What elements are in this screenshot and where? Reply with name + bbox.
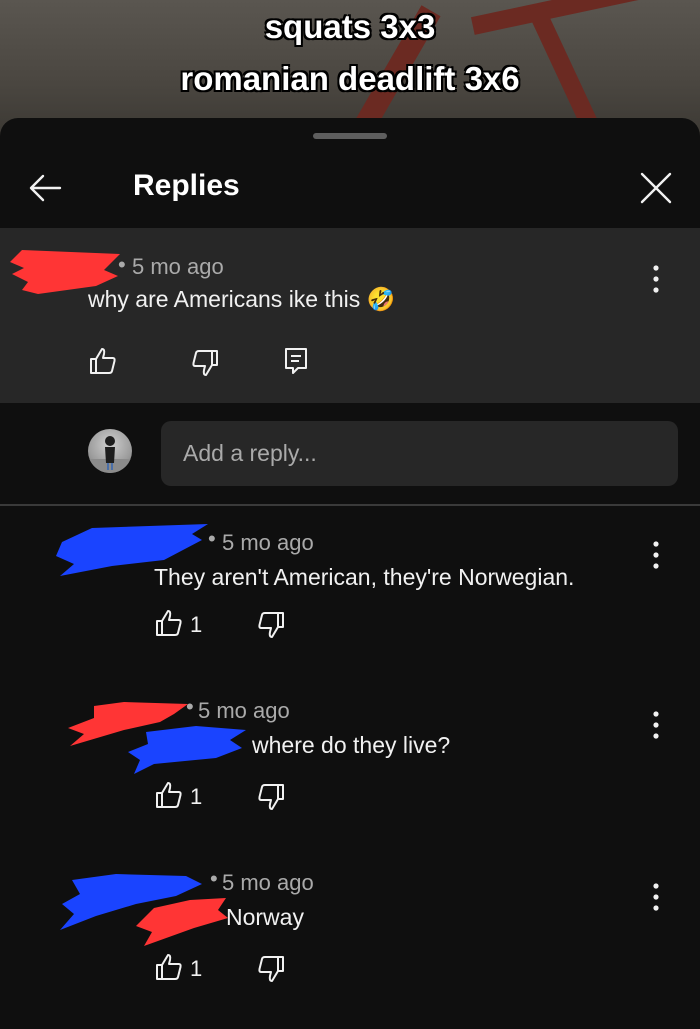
more-vertical-icon <box>653 541 659 569</box>
meta-dot: • <box>208 526 216 551</box>
more-vertical-icon <box>653 711 659 739</box>
reply-item: • 5 mo ago Norway 1 <box>0 850 700 1029</box>
video-caption-line: romanian deadlift 3x6 <box>180 60 520 97</box>
comment-text: why are Americans ike this 🤣 <box>88 286 396 312</box>
replies-sheet: Replies 5 mo ago • why are Americans ike… <box>0 118 700 1029</box>
comment-time: 5 mo ago <box>198 698 290 723</box>
reply-input[interactable] <box>161 421 678 486</box>
like-count: 1 <box>190 956 203 981</box>
back-button[interactable] <box>24 166 68 210</box>
more-options-button[interactable] <box>646 538 666 572</box>
meta-dot: • <box>186 694 194 719</box>
comment-time: 5 mo ago <box>132 254 224 279</box>
avatar[interactable] <box>88 429 132 473</box>
more-vertical-icon <box>653 265 659 293</box>
comment-text: They aren't American, they're Norwegian. <box>154 564 575 590</box>
drag-handle[interactable] <box>313 133 387 139</box>
comment-text: where do they live? <box>252 732 451 758</box>
more-options-button[interactable] <box>646 880 666 914</box>
meta-dot: • <box>210 866 218 891</box>
page-title: Replies <box>133 169 240 202</box>
more-options-button[interactable] <box>646 373 666 407</box>
comment-time: 5 mo ago <box>222 530 314 555</box>
like-count: 1 <box>190 784 203 809</box>
arrow-left-icon <box>29 174 62 202</box>
close-icon <box>640 172 672 204</box>
redaction-red <box>136 898 228 946</box>
like-icon[interactable] <box>154 952 184 982</box>
reply-comment-icon[interactable] <box>283 346 309 376</box>
meta-dot: • <box>118 252 126 277</box>
dislike-icon[interactable] <box>256 782 286 812</box>
dislike-icon[interactable] <box>256 954 286 984</box>
dislike-icon[interactable] <box>256 610 286 640</box>
like-count: 1 <box>190 612 203 637</box>
reply-item: • 5 mo ago where do they live? 1 <box>0 678 700 850</box>
redaction-blue <box>128 726 246 774</box>
like-icon[interactable] <box>154 608 184 638</box>
more-options-button[interactable] <box>646 262 666 296</box>
close-button[interactable] <box>634 166 678 210</box>
like-icon[interactable] <box>88 346 118 376</box>
avatar-person-icon <box>88 436 132 473</box>
reply-item: • 5 mo ago They aren't American, they're… <box>0 506 700 678</box>
parent-comment: 5 mo ago • why are Americans ike this 🤣 <box>0 228 700 403</box>
video-caption-line: squats 3x3 <box>264 8 436 45</box>
add-reply-row <box>0 403 700 506</box>
like-icon[interactable] <box>154 780 184 810</box>
dislike-icon[interactable] <box>190 348 220 378</box>
sheet-header: Replies <box>0 148 700 228</box>
more-vertical-icon <box>653 883 659 911</box>
more-options-button[interactable] <box>646 708 666 742</box>
comment-time: 5 mo ago <box>222 870 314 895</box>
comment-text: Norway <box>226 904 304 930</box>
